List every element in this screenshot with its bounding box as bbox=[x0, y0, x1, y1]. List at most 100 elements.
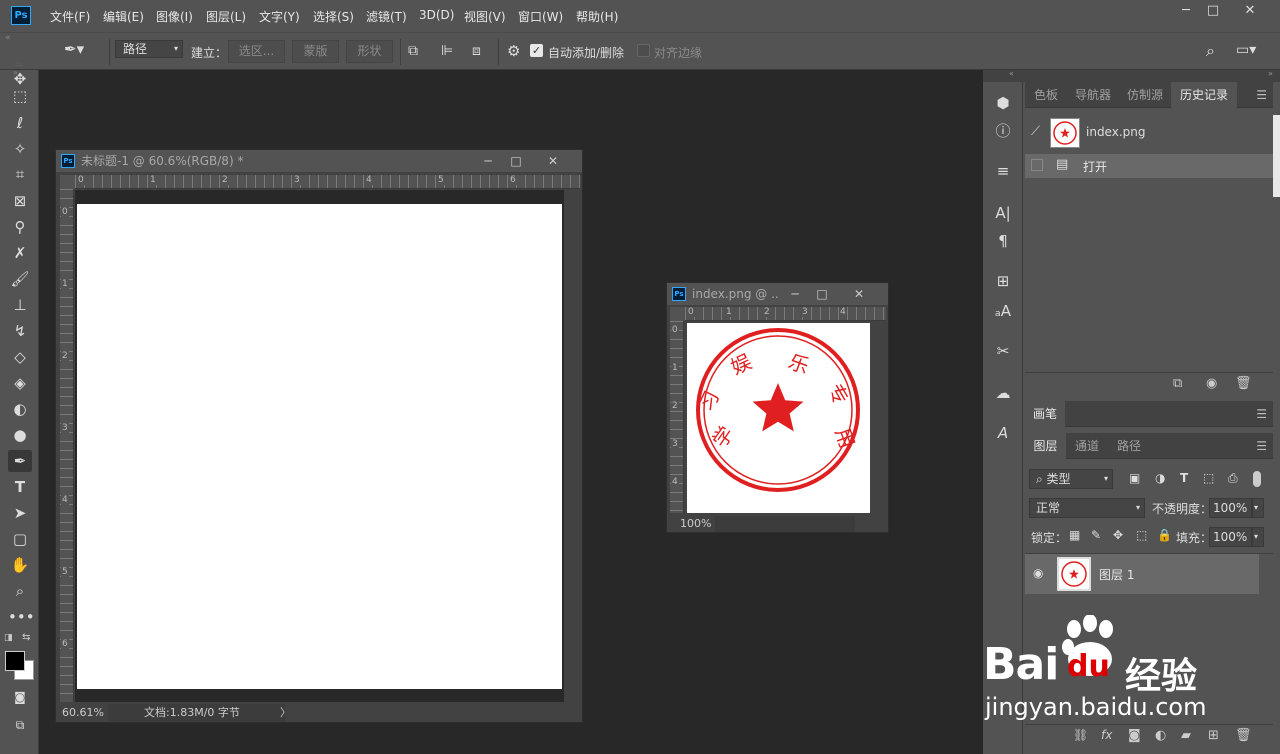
clone-stamp-tool-icon[interactable]: ⊥ bbox=[8, 294, 32, 316]
doc-restore-button[interactable]: □ bbox=[809, 283, 835, 305]
type-tool-icon[interactable]: T bbox=[8, 476, 32, 498]
fill-input[interactable]: 100% bbox=[1209, 527, 1252, 547]
tab-swatches[interactable]: 色板 bbox=[1025, 82, 1067, 108]
doc-minimize-button[interactable]: ─ bbox=[782, 283, 808, 305]
layer-row[interactable]: ◉ 图层 1 bbox=[1025, 554, 1259, 594]
swap-colors-icon[interactable]: ⇆ bbox=[22, 632, 30, 643]
vertical-ruler[interactable]: 0 1 2 3 4 bbox=[670, 321, 684, 513]
tab-layers[interactable]: 图层 bbox=[1025, 433, 1066, 459]
gear-icon[interactable]: ⚙ bbox=[507, 42, 520, 60]
tab-history[interactable]: 历史记录 bbox=[1171, 82, 1237, 108]
workspace-icon[interactable]: ▭▾ bbox=[1236, 42, 1256, 58]
filter-smart-object-icon[interactable]: ⎙ bbox=[1228, 471, 1238, 486]
screen-mode-icon[interactable]: ⧉ bbox=[8, 714, 32, 736]
pen-tool-preset-icon[interactable]: ✒▾ bbox=[64, 40, 100, 64]
tab-navigator[interactable]: 导航器 bbox=[1067, 82, 1119, 108]
align-edges-checkbox[interactable] bbox=[637, 44, 650, 57]
adjustment-layer-icon[interactable]: ◐ bbox=[1155, 728, 1166, 743]
layer-filter-select[interactable]: ⌕ 类型 ▾ bbox=[1029, 469, 1113, 489]
foreground-color-swatch[interactable] bbox=[5, 651, 25, 671]
opacity-dropdown-icon[interactable]: ▾ bbox=[1252, 498, 1264, 518]
dodge-tool-icon[interactable]: ● bbox=[8, 424, 32, 446]
new-document-from-state-icon[interactable]: ⧉ bbox=[1173, 376, 1182, 391]
path-arrangement-icon[interactable]: ⧈ bbox=[472, 43, 481, 59]
trash-icon[interactable]: 🗑 bbox=[1235, 728, 1252, 743]
pen-mode-select[interactable]: 路径 ▾ bbox=[115, 40, 183, 58]
seal-image-canvas[interactable]: 学 习 娱 乐 专 用 bbox=[687, 323, 870, 513]
auto-add-delete-checkbox[interactable]: ✓ bbox=[530, 44, 543, 57]
glyphs-icon[interactable]: A bbox=[991, 422, 1015, 444]
opacity-input[interactable]: 100% bbox=[1209, 498, 1252, 518]
filter-adjustment-icon[interactable]: ◑ bbox=[1155, 471, 1165, 485]
tool-presets-icon[interactable]: ✂ bbox=[991, 340, 1015, 362]
more-tools-icon[interactable]: ••• bbox=[8, 606, 35, 628]
lock-position-icon[interactable]: ✥ bbox=[1113, 528, 1123, 542]
close-button[interactable]: ✕ bbox=[1234, 0, 1266, 22]
add-mask-icon[interactable]: ◙ bbox=[1128, 728, 1141, 743]
new-group-icon[interactable]: ▰ bbox=[1181, 728, 1191, 743]
layer-effects-icon[interactable]: fx bbox=[1101, 728, 1112, 742]
canvas[interactable] bbox=[77, 204, 562, 689]
history-step[interactable]: ▤ 打开 bbox=[1025, 154, 1273, 178]
paragraph-icon[interactable]: ¶ bbox=[991, 230, 1015, 252]
document-titlebar[interactable]: Ps index.png @ ... ─ □ ✕ bbox=[667, 283, 888, 305]
fill-dropdown-icon[interactable]: ▾ bbox=[1252, 527, 1264, 547]
lasso-tool-icon[interactable]: ℓ bbox=[8, 112, 32, 134]
restore-button[interactable]: □ bbox=[1197, 0, 1229, 22]
eyedropper-tool-icon[interactable]: ⚲ bbox=[8, 216, 32, 238]
new-layer-icon[interactable]: ⊞ bbox=[1208, 728, 1219, 743]
scrollbar-thumb[interactable] bbox=[1273, 115, 1280, 197]
menu-layer[interactable]: 图层(L) bbox=[206, 8, 246, 25]
document-window-index[interactable]: Ps index.png @ ... ─ □ ✕ 0 1 2 3 4 0 1 2… bbox=[666, 282, 889, 533]
make-shape-button[interactable]: 形状 bbox=[346, 40, 393, 63]
lock-transparent-icon[interactable]: ▦ bbox=[1069, 528, 1080, 542]
menu-select[interactable]: 选择(S) bbox=[313, 8, 354, 25]
trash-icon[interactable]: 🗑 bbox=[1235, 376, 1252, 391]
status-menu-arrow-icon[interactable]: 〉 bbox=[280, 704, 291, 722]
magic-wand-tool-icon[interactable]: ✧ bbox=[8, 138, 32, 160]
tab-paths[interactable]: 路径 bbox=[1108, 433, 1150, 459]
libraries-icon[interactable]: ⬢ bbox=[991, 92, 1015, 114]
menu-type[interactable]: 文字(Y) bbox=[259, 8, 300, 25]
paint-bucket-tool-icon[interactable]: ◈ bbox=[8, 372, 32, 394]
path-operations-icon[interactable]: ⧉ bbox=[408, 43, 418, 59]
history-snapshot[interactable]: ⟋ index.png bbox=[1025, 116, 1273, 148]
path-alignment-icon[interactable]: ⊫ bbox=[441, 43, 453, 59]
search-icon[interactable]: ⌕ bbox=[1206, 41, 1215, 61]
document-titlebar[interactable]: Ps 未标题-1 @ 60.6%(RGB/8) * ─ □ ✕ bbox=[56, 150, 582, 172]
lock-artboard-icon[interactable]: ⬚ bbox=[1136, 528, 1147, 542]
make-mask-button[interactable]: 蒙版 bbox=[292, 40, 339, 63]
menu-file[interactable]: 文件(F) bbox=[50, 8, 90, 25]
vertical-scrollbar[interactable] bbox=[564, 190, 580, 702]
brush-tool-icon[interactable]: 🖌 bbox=[8, 268, 32, 290]
menu-help[interactable]: 帮助(H) bbox=[576, 8, 618, 25]
eraser-tool-icon[interactable]: ◇ bbox=[8, 346, 32, 368]
quick-mask-icon[interactable]: ◙ bbox=[8, 686, 32, 708]
tab-clone-source[interactable]: 仿制源 bbox=[1119, 82, 1171, 108]
collapse-icon[interactable]: « bbox=[5, 33, 11, 43]
ruler-origin[interactable] bbox=[670, 307, 685, 321]
tab-channels[interactable]: 通道 bbox=[1066, 433, 1108, 459]
ruler-origin[interactable] bbox=[60, 175, 75, 189]
panel-menu-icon[interactable]: ☰ bbox=[1256, 408, 1267, 420]
character-icon[interactable]: A| bbox=[991, 202, 1015, 224]
info-icon[interactable]: ⓘ bbox=[991, 120, 1015, 142]
tab-brush[interactable]: 画笔 bbox=[1025, 401, 1065, 427]
horizontal-ruler[interactable]: 0 1 2 3 4 5 6 bbox=[75, 175, 580, 189]
history-step-checkbox[interactable] bbox=[1031, 159, 1043, 171]
zoom-tool-icon[interactable]: ⌕ bbox=[8, 580, 32, 602]
menu-window[interactable]: 窗口(W) bbox=[518, 8, 563, 25]
marquee-tool-icon[interactable]: ⬚ bbox=[8, 85, 32, 107]
rectangle-tool-icon[interactable]: ▢ bbox=[8, 528, 32, 550]
paragraph-styles-icon[interactable]: ⊞ bbox=[991, 270, 1015, 292]
document-window-untitled[interactable]: Ps 未标题-1 @ 60.6%(RGB/8) * ─ □ ✕ 0 1 2 3 … bbox=[55, 149, 583, 723]
creative-cloud-icon[interactable]: ☁ bbox=[991, 382, 1015, 404]
history-brush-source-icon[interactable]: ⟋ bbox=[1031, 124, 1040, 139]
zoom-level[interactable]: 100% bbox=[680, 516, 711, 532]
filter-pixel-icon[interactable]: ▣ bbox=[1129, 471, 1140, 485]
menu-filter[interactable]: 滤镜(T) bbox=[366, 8, 407, 25]
collapse-icon[interactable]: « bbox=[1009, 69, 1014, 78]
doc-minimize-button[interactable]: ─ bbox=[475, 150, 501, 172]
menu-image[interactable]: 图像(I) bbox=[156, 8, 193, 25]
brush-settings-icon[interactable]: ≡ bbox=[991, 160, 1015, 182]
